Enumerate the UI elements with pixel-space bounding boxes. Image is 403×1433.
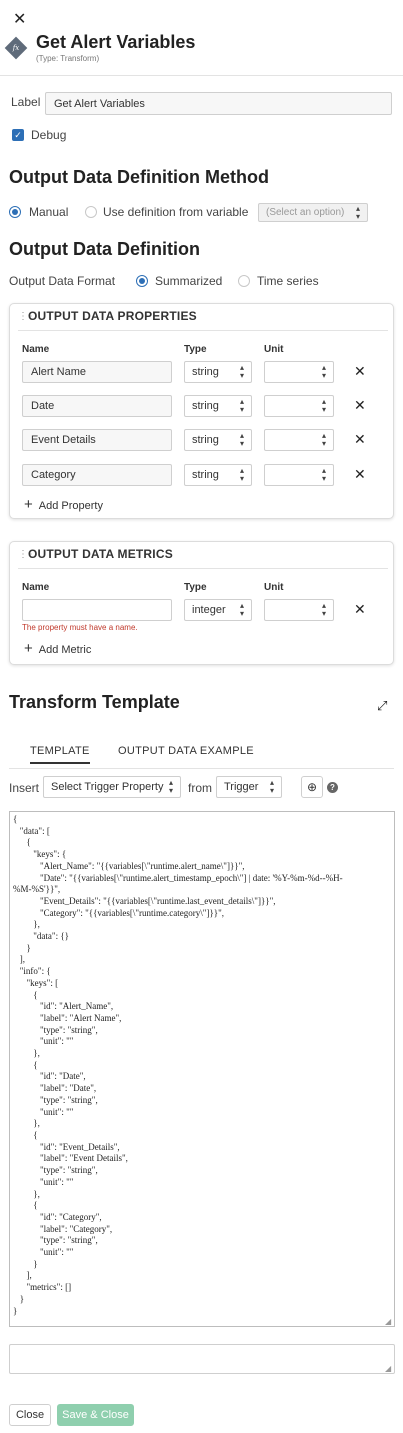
manual-label: Manual [29, 205, 69, 219]
resize-handle-icon[interactable]: ◢ [385, 1317, 391, 1326]
property-unit-select[interactable]: ▴ ▾ [264, 429, 334, 451]
save-close-button[interactable]: Save & Close [57, 1404, 134, 1426]
from-label: from [188, 781, 212, 795]
select-arrows-icon: ▴ ▾ [168, 778, 173, 795]
format-label: Output Data Format [9, 274, 116, 288]
help-icon[interactable]: ? [327, 782, 338, 793]
select-arrows-icon: ▴ ▾ [239, 601, 244, 618]
insert-property-select[interactable]: Select Trigger Property ▴ ▾ [43, 776, 181, 798]
from-variable-label: Use definition from variable [103, 205, 249, 219]
template-code-editor[interactable]: { "data": [ { "keys": { "Alert_Name": "{… [9, 811, 395, 1327]
select-arrows-icon: ▴ ▾ [239, 397, 244, 414]
plus-circle-icon: ⊕ [306, 780, 318, 794]
add-property-label: Add Property [38, 500, 103, 512]
resize-handle-icon[interactable]: ◢ [385, 1364, 391, 1373]
remove-property-icon[interactable]: ✕ [354, 466, 366, 483]
label-input[interactable]: Get Alert Variables [45, 92, 392, 115]
variable-select-value: (Select an option) [266, 207, 345, 218]
col-type: Type [184, 344, 207, 355]
header-divider [0, 75, 403, 76]
variable-select[interactable]: (Select an option) ▴ ▾ [258, 203, 368, 222]
property-unit-select[interactable]: ▴ ▾ [264, 395, 334, 417]
expand-icon[interactable]: ⤢ [377, 698, 387, 714]
tab-template[interactable]: TEMPLATE [30, 745, 90, 764]
close-button[interactable]: Close [9, 1404, 51, 1426]
notes-textarea[interactable] [9, 1344, 395, 1374]
remove-property-icon[interactable]: ✕ [354, 397, 366, 414]
property-type-select[interactable]: string ▴ ▾ [184, 464, 252, 486]
property-name-input[interactable]: Event Details [22, 429, 172, 451]
select-arrows-icon: ▴ ▾ [321, 363, 326, 380]
col-type: Type [184, 582, 207, 593]
time-series-radio[interactable] [238, 275, 250, 287]
definition-heading: Output Data Definition [9, 239, 200, 259]
time-series-label: Time series [257, 274, 319, 288]
debug-label: Debug [31, 128, 67, 142]
summarized-label: Summarized [155, 274, 223, 288]
manual-radio[interactable] [9, 206, 21, 218]
tab-output-data-example[interactable]: OUTPUT DATA EXAMPLE [118, 745, 254, 757]
property-type-select[interactable]: string ▴ ▾ [184, 429, 252, 451]
col-unit: Unit [264, 582, 284, 593]
close-icon[interactable]: ✕ [13, 10, 26, 30]
select-arrows-icon: ▴ ▾ [355, 203, 360, 221]
from-variable-radio[interactable] [85, 206, 97, 218]
property-type-value: string [192, 366, 219, 378]
debug-checkbox[interactable]: ✓ [12, 129, 24, 141]
page-title: Get Alert Variables [36, 32, 196, 52]
from-value: Trigger [224, 781, 259, 793]
select-arrows-icon: ▴ ▾ [321, 431, 326, 448]
from-select[interactable]: Trigger ▴ ▾ [216, 776, 282, 798]
properties-divider [18, 330, 388, 331]
property-unit-select[interactable]: ▴ ▾ [264, 361, 334, 383]
metric-unit-select[interactable]: ▴ ▾ [264, 599, 334, 621]
select-arrows-icon: ▴ ▾ [321, 466, 326, 483]
plus-icon: + [24, 496, 33, 513]
plus-icon: + [24, 640, 33, 657]
property-type-value: string [192, 434, 219, 446]
remove-metric-icon[interactable]: ✕ [354, 601, 366, 618]
page-subtitle: (Type: Transform) [36, 54, 100, 63]
select-arrows-icon: ▴ ▾ [269, 778, 274, 795]
select-arrows-icon: ▴ ▾ [321, 601, 326, 618]
property-type-value: string [192, 400, 219, 412]
insert-property-value: Select Trigger Property [51, 781, 164, 793]
select-arrows-icon: ▴ ▾ [239, 431, 244, 448]
property-name-input[interactable]: Category [22, 464, 172, 486]
property-name-input[interactable]: Date [22, 395, 172, 417]
tabs-divider [9, 768, 394, 769]
property-type-select[interactable]: string ▴ ▾ [184, 361, 252, 383]
property-type-value: string [192, 469, 219, 481]
fx-icon: fx [4, 36, 28, 60]
property-unit-select[interactable]: ▴ ▾ [264, 464, 334, 486]
select-arrows-icon: ▴ ▾ [239, 466, 244, 483]
metric-type-value: integer [192, 604, 226, 616]
method-heading: Output Data Definition Method [9, 167, 269, 187]
property-name-input[interactable]: Alert Name [22, 361, 172, 383]
remove-property-icon[interactable]: ✕ [354, 431, 366, 448]
template-heading: Transform Template [9, 692, 180, 712]
add-metric-label: Add Metric [38, 644, 92, 656]
properties-heading: OUTPUT DATA PROPERTIES [28, 309, 197, 323]
col-name: Name [22, 582, 50, 593]
metrics-heading: OUTPUT DATA METRICS [28, 547, 173, 561]
col-name: Name [22, 344, 50, 355]
insert-label: Insert [9, 781, 40, 795]
remove-property-icon[interactable]: ✕ [354, 363, 366, 380]
select-arrows-icon: ▴ ▾ [239, 363, 244, 380]
metric-type-select[interactable]: integer ▴ ▾ [184, 599, 252, 621]
property-type-select[interactable]: string ▴ ▾ [184, 395, 252, 417]
metric-name-error: The property must have a name. [22, 623, 138, 632]
metric-name-input[interactable] [22, 599, 172, 621]
label-field-label: Label [11, 95, 41, 109]
add-metric-button[interactable]: + Add Metric [24, 640, 91, 657]
col-unit: Unit [264, 344, 284, 355]
insert-plus-button[interactable]: ⊕ [301, 776, 323, 798]
summarized-radio[interactable] [136, 275, 148, 287]
metrics-divider [18, 568, 388, 569]
add-property-button[interactable]: + Add Property [24, 496, 103, 513]
select-arrows-icon: ▴ ▾ [321, 397, 326, 414]
